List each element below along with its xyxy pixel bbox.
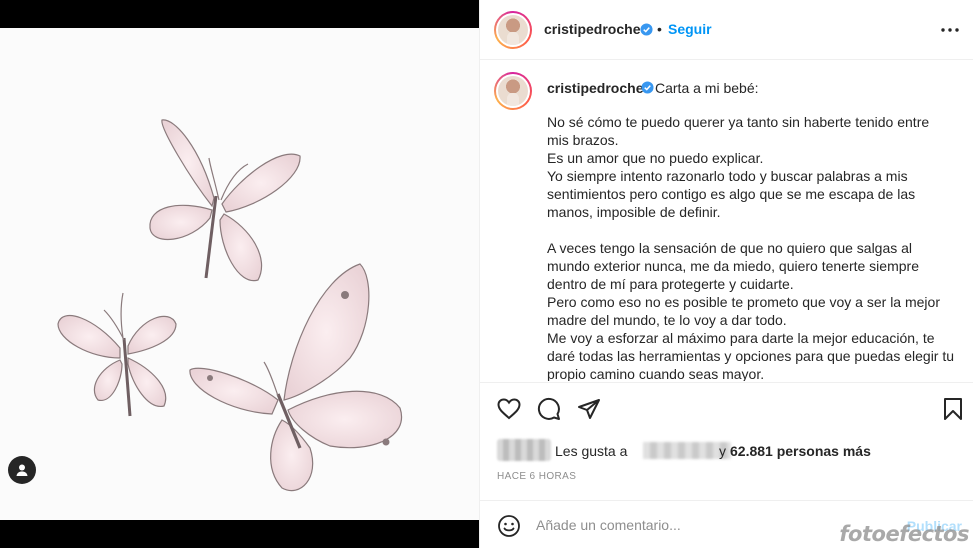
comment-icon — [537, 397, 560, 420]
user-tag-button[interactable] — [8, 456, 36, 484]
heart-icon — [497, 398, 521, 420]
header-username[interactable]: cristipedroche — [544, 21, 640, 37]
watermark: fotoefectos — [839, 522, 969, 546]
save-button[interactable] — [940, 396, 966, 422]
post-timestamp[interactable]: HACE 6 HORAS — [497, 471, 576, 482]
liker-avatars-blurred[interactable] — [497, 439, 551, 461]
caption-area: cristipedroche Carta a mi bebé: No sé có… — [480, 61, 973, 381]
verified-badge-icon — [641, 81, 654, 94]
caption-username[interactable]: cristipedroche — [547, 80, 643, 96]
user-tag-icon — [16, 464, 28, 476]
likes-summary: Les gusta a y 62.881 personas más — [497, 439, 967, 461]
more-options-button[interactable] — [940, 20, 960, 40]
likes-count-link[interactable]: 62.881 personas más — [730, 443, 871, 459]
butterfly-right — [189, 263, 403, 492]
more-horizontal-icon — [941, 28, 959, 32]
follow-button[interactable]: Seguir — [668, 21, 712, 37]
share-icon — [578, 399, 600, 419]
butterfly-left — [57, 292, 177, 417]
comment-button[interactable] — [536, 396, 562, 422]
smiley-icon[interactable] — [497, 514, 521, 538]
like-button[interactable] — [496, 396, 522, 422]
likes-prefix: Les gusta a — [555, 443, 628, 459]
verified-badge-icon — [640, 23, 653, 36]
caption-avatar[interactable] — [494, 72, 532, 110]
author-avatar[interactable] — [494, 11, 532, 49]
post-actions: Les gusta a y 62.881 personas más HACE 6… — [480, 382, 973, 500]
liker-name-blurred[interactable] — [643, 442, 731, 459]
bookmark-icon — [944, 398, 962, 420]
butterfly-top — [149, 119, 301, 282]
butterflies-illustration — [57, 119, 403, 492]
post-image[interactable] — [0, 28, 479, 520]
comment-input[interactable] — [536, 514, 876, 536]
likes-connector: y — [719, 443, 726, 459]
separator-dot: • — [657, 21, 662, 37]
post-media — [0, 0, 479, 548]
post-header: cristipedroche • Seguir — [480, 0, 973, 60]
caption-text: No sé cómo te puedo querer ya tanto sin … — [547, 114, 955, 381]
caption-title: Carta a mi bebé: — [655, 80, 759, 96]
post-sidebar: cristipedroche • Seguir cristipedroche C… — [479, 0, 973, 548]
share-button[interactable] — [576, 396, 602, 422]
